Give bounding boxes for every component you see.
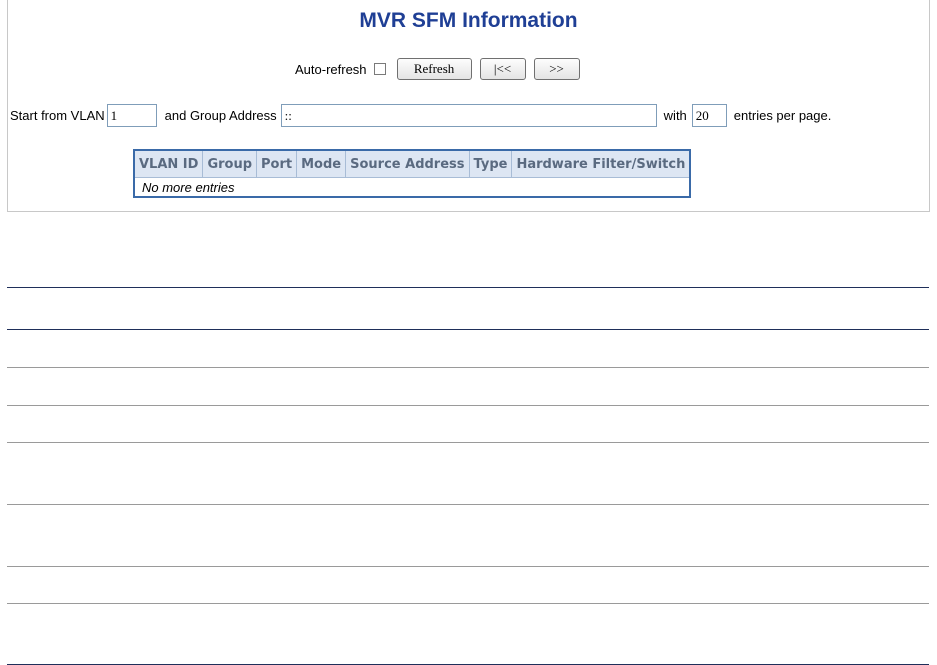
next-page-button[interactable]: >>	[533, 58, 580, 80]
table-header-row: VLAN ID Group Port Mode Source Address T…	[133, 150, 691, 178]
col-port: Port	[256, 150, 298, 178]
divider	[7, 405, 929, 406]
auto-refresh-label: Auto-refresh	[295, 61, 367, 77]
divider	[7, 442, 929, 443]
sfm-table: VLAN ID Group Port Mode Source Address T…	[133, 149, 692, 198]
with-label: with	[663, 107, 687, 123]
empty-message: No more entries	[142, 179, 235, 195]
divider	[7, 566, 929, 567]
entries-per-page-label: entries per page.	[733, 107, 832, 123]
start-vlan-label: Start from VLAN	[10, 107, 105, 123]
divider	[7, 287, 929, 288]
filter-controls: Start from VLAN 1 and Group Address :: w…	[10, 103, 831, 127]
refresh-button[interactable]: Refresh	[396, 58, 472, 80]
start-vlan-input[interactable]: 1	[106, 103, 157, 127]
divider	[7, 329, 929, 330]
col-source-address: Source Address	[345, 150, 470, 178]
col-type: Type	[468, 150, 513, 178]
col-mode: Mode	[296, 150, 347, 178]
divider	[7, 603, 929, 604]
col-vlan-id: VLAN ID	[133, 150, 204, 178]
group-address-input[interactable]: ::	[280, 103, 657, 127]
group-address-label: and Group Address	[164, 107, 277, 123]
col-group: Group	[202, 150, 258, 178]
refresh-controls: Auto-refresh Refresh |<< >>	[295, 58, 588, 80]
divider	[7, 504, 929, 505]
table-row: No more entries	[134, 178, 690, 198]
page-title: MVR SFM Information	[359, 9, 578, 32]
divider	[7, 367, 929, 368]
first-page-button[interactable]: |<<	[479, 58, 526, 80]
entries-per-page-input[interactable]: 20	[691, 103, 727, 127]
auto-refresh-checkbox[interactable]	[373, 63, 386, 75]
col-hardware-filter-switch: Hardware Filter/Switch	[511, 150, 691, 178]
